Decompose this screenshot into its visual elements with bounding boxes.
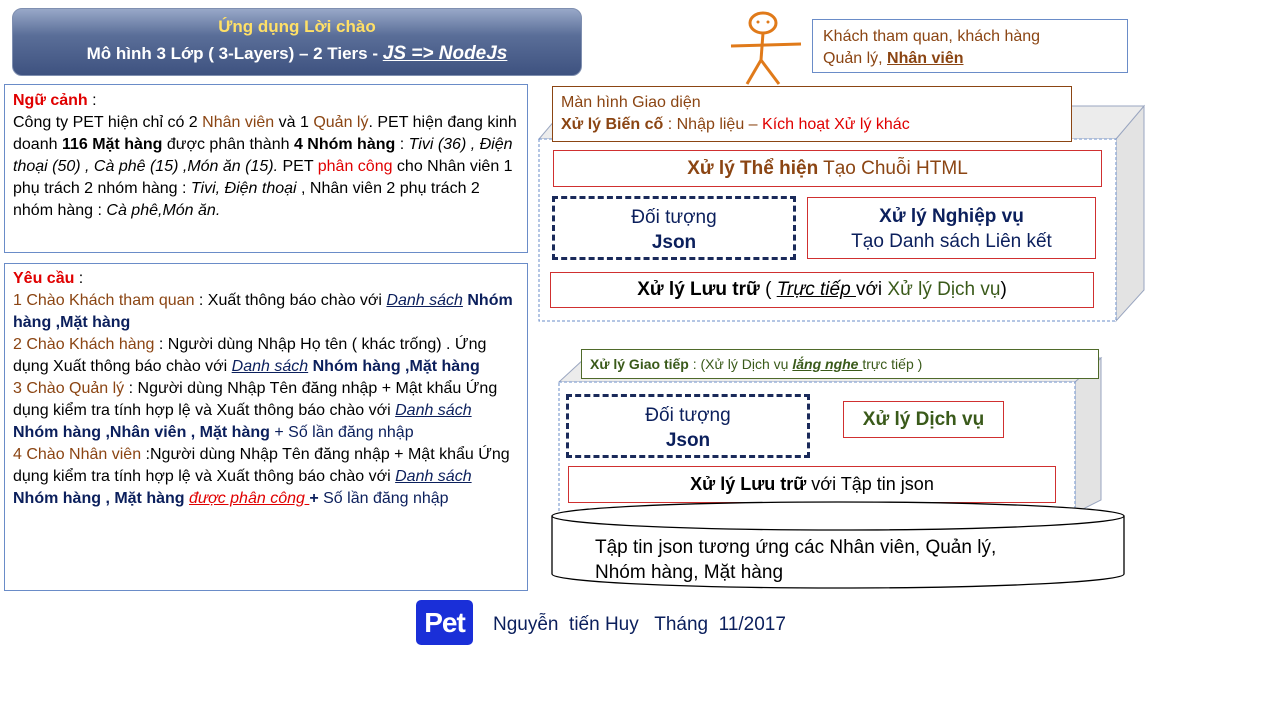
context-manager: Quản lý (313, 114, 369, 131)
req3-list: Danh sách (395, 402, 472, 419)
service-layer-box: Xử lý Dịch vụ (843, 401, 1004, 438)
context-items: 116 Mặt hàng (61, 136, 163, 153)
context-text: PET (278, 158, 318, 175)
app-title: Ứng dụng Lời chào (218, 17, 376, 36)
req1-text: : Xuất thông báo chào với (194, 292, 387, 309)
user-figure-icon (730, 11, 802, 85)
json-object-type: Json (665, 430, 711, 451)
req4-head: 4 Chào Nhân viên (13, 446, 142, 463)
pet-logo: Pet (416, 600, 473, 645)
req2-list: Danh sách (231, 358, 309, 375)
req4-plus: + (309, 490, 319, 507)
render-label: Xử lý Thể hiện (687, 158, 819, 179)
app-subtitle: Mô hình 3 Lớp ( 3-Layers) – 2 Tiers - JS… (13, 43, 581, 65)
storage-label: Xử lý Lưu trữ (637, 279, 760, 300)
database-line2: Nhóm hàng, Mặt hàng (595, 562, 784, 583)
server-storage-text: với Tập tin json (806, 474, 934, 494)
storage-text: ) (1000, 279, 1007, 300)
context-label: Ngữ cảnh (13, 92, 88, 109)
business-text: Tạo Danh sách Liên kết (851, 231, 1052, 252)
json-object-title: Đối tượng (631, 207, 717, 228)
roles-manager: Quản lý, (823, 50, 888, 67)
ui-layer-event: Xử lý Biến cố : Nhập liệu – Kích hoạt Xử… (561, 114, 1063, 136)
roles-line1: Khách tham quan, khách hàng (823, 28, 1041, 45)
context-staff: Nhân viên (202, 114, 275, 131)
req4-assigned: được phân công (189, 490, 310, 507)
context-group1: Tivi, Điện thoại (190, 180, 297, 197)
req2-bold: Nhóm hàng ,Mặt hàng (312, 358, 480, 375)
render-text: Tạo Chuỗi HTML (818, 158, 968, 179)
tech-label: JS => NodeJs (382, 43, 508, 64)
roles-line2: Quản lý, Nhân viên (823, 48, 1117, 70)
client-json-object-box: Đối tượng Json (552, 196, 796, 260)
req3-tail: + Số lần đăng nhập (269, 424, 414, 441)
req1-list: Danh sách (386, 292, 463, 309)
service-label: Xử lý Dịch vụ (862, 409, 985, 430)
context-text: : (395, 136, 409, 153)
req3-bold: Nhóm hàng ,Nhân viên , Mặt hàng (13, 424, 270, 441)
subtitle-text: Mô hình 3 Lớp ( 3-Layers) – 2 Tiers - (86, 44, 383, 63)
ui-layer-box: Màn hình Giao diện Xử lý Biến cố : Nhập … (552, 86, 1072, 142)
storage-text: ( (759, 279, 777, 300)
req1-head: 1 Chào Khách tham quan (13, 292, 195, 309)
json-object-title: Đối tượng (645, 405, 731, 426)
context-text: Công ty PET hiện chỉ có 2 (13, 114, 203, 131)
server-json-object-box: Đối tượng Json (566, 394, 810, 458)
storage-service: Xử lý Dịch vụ (887, 279, 1001, 300)
user-roles-box: Khách tham quan, khách hàng Quản lý, Nhâ… (812, 19, 1128, 73)
roles-staff: Nhân viên (887, 50, 964, 67)
comm-listen: lắng nghe (792, 356, 863, 372)
context-text: và 1 (274, 114, 314, 131)
storage-direct: Trực tiếp (776, 279, 856, 300)
req4-bold: Nhóm hàng , Mặt hàng (13, 490, 185, 507)
comm-text: : (Xử lý Dịch vụ (688, 356, 793, 372)
author-credit: Nguyễn tiến Huy Tháng 11/2017 (493, 614, 786, 635)
client-storage-box: Xử lý Lưu trữ ( Trực tiếp với Xử lý Dịch… (550, 272, 1094, 308)
context-assign: phân công (317, 158, 393, 175)
business-label: Xử lý Nghiệp vụ (879, 206, 1024, 227)
communication-layer-box: Xử lý Giao tiếp : (Xử lý Dịch vụ lắng ng… (581, 349, 1099, 379)
title-banner: Ứng dụng Lời chào Mô hình 3 Lớp ( 3-Laye… (12, 8, 582, 76)
comm-label: Xử lý Giao tiếp (590, 356, 689, 372)
database-text: Tập tin json tương ứng các Nhân viên, Qu… (595, 535, 1095, 585)
req4-list: Danh sách (395, 468, 472, 485)
context-panel: Ngữ cảnh : Công ty PET hiện chỉ có 2 Nhâ… (4, 84, 528, 253)
event-trigger: Kích hoạt Xử lý khác (762, 116, 910, 133)
json-object-type: Json (651, 232, 697, 253)
requirements-label: Yêu cầu (13, 270, 75, 287)
comm-text: trực tiếp ) (862, 356, 923, 372)
req4-tail: Số lần đăng nhập (318, 490, 449, 507)
ui-layer-title: Màn hình Giao diện (561, 94, 701, 111)
event-text: : Nhập liệu – (663, 116, 763, 133)
storage-text: với (855, 279, 888, 300)
render-layer-box: Xử lý Thể hiện Tạo Chuỗi HTML (553, 150, 1102, 187)
business-layer-box: Xử lý Nghiệp vụ Tạo Danh sách Liên kết (807, 197, 1096, 259)
database-line1: Tập tin json tương ứng các Nhân viên, Qu… (595, 537, 997, 558)
requirements-panel: Yêu cầu : 1 Chào Khách tham quan : Xuất … (4, 263, 528, 591)
req3-head: 3 Chào Quản lý (13, 380, 125, 397)
event-label: Xử lý Biến cố (561, 116, 664, 133)
context-groups: 4 Nhóm hàng (293, 136, 396, 153)
req2-head: 2 Chào Khách hàng (13, 336, 155, 353)
server-storage-label: Xử lý Lưu trữ (690, 474, 807, 494)
context-group2: Cà phê,Món ăn. (106, 202, 221, 219)
context-text: được phân thành (162, 136, 294, 153)
